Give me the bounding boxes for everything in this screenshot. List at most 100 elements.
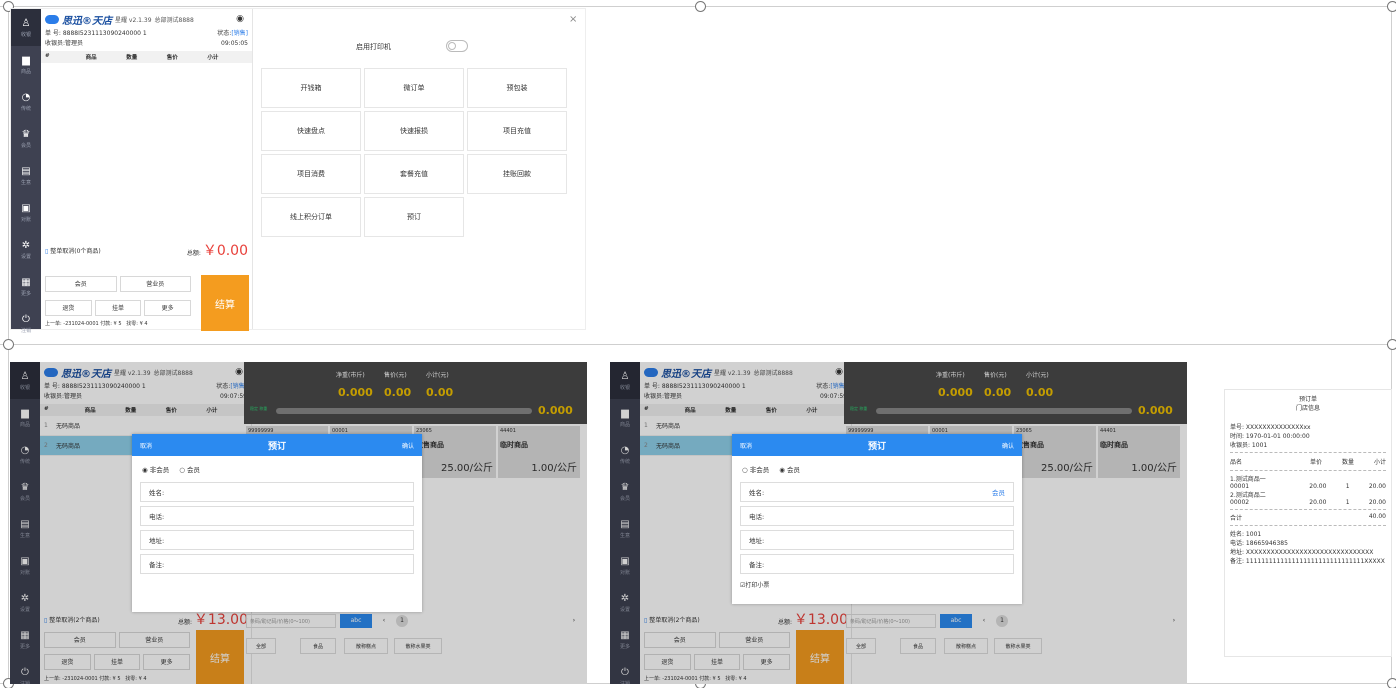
- sidebar-item-more[interactable]: ▦ 更多: [11, 268, 41, 305]
- handle[interactable]: [695, 1, 706, 12]
- modal-title: 预订: [267, 441, 286, 452]
- cancel-all-button[interactable]: ▯ 整单取消(0个商品): [45, 246, 101, 255]
- field-label: 电话:: [149, 513, 165, 521]
- sidebar-item-member[interactable]: ♛ 会员: [11, 120, 41, 157]
- table-header: # 商品 数量 售价 小计: [41, 51, 252, 63]
- toggle-knob: [448, 42, 456, 50]
- return-button[interactable]: 退货: [45, 300, 92, 316]
- col-qty: 数量: [1341, 459, 1354, 466]
- cloud-logo-icon: [45, 14, 59, 24]
- radio-label: 非会员: [749, 466, 770, 474]
- checkout-button[interactable]: 结算: [201, 275, 249, 331]
- credit-repay-button[interactable]: 挂账回款: [467, 154, 567, 194]
- address-field[interactable]: 地址:: [740, 530, 1014, 550]
- receipt-title: 预订单: [1298, 396, 1317, 403]
- last-order-text: 上一单: -231024-0001 付款: ¥ 5: [45, 321, 122, 327]
- more-button[interactable]: 更多: [144, 300, 191, 316]
- line-code: 00002: [1230, 499, 1250, 506]
- member-button[interactable]: 会员: [45, 276, 117, 292]
- close-icon[interactable]: ×: [569, 14, 577, 25]
- handle[interactable]: [1387, 678, 1396, 688]
- online-points-order-button[interactable]: 线上积分订单: [261, 197, 361, 237]
- field-label: 姓名:: [149, 489, 165, 497]
- modal-header: 取消 预订 确认: [132, 434, 422, 456]
- total-label: 合计: [1230, 515, 1243, 522]
- store-name: 总部测试8888: [154, 16, 194, 24]
- col-name: 品名: [1230, 459, 1243, 466]
- order-row: 单 号: 8888I5231113090240000 1 状态:[销售]: [41, 29, 252, 39]
- radio-member[interactable]: ◉ 会员: [779, 464, 800, 474]
- quick-loss-button[interactable]: 快速报损: [364, 111, 464, 151]
- printer-toggle[interactable]: [446, 40, 468, 52]
- package-recharge-button[interactable]: 套餐充值: [364, 154, 464, 194]
- handle[interactable]: [1387, 339, 1396, 350]
- sidebar-item-goods[interactable]: ▆ 商品: [11, 46, 41, 83]
- address-field[interactable]: 地址:: [140, 530, 414, 550]
- frame-mid: [0, 344, 1396, 345]
- total-label: 总额:: [186, 250, 201, 257]
- last-order-info: 上一单: -231024-0001 付款: ¥ 5 找零: ¥ 4: [45, 320, 148, 327]
- member-lookup-link[interactable]: 会员: [992, 487, 1005, 497]
- reservation-button[interactable]: 预订: [364, 197, 464, 237]
- hold-button[interactable]: 挂单: [94, 300, 142, 316]
- col-index: #: [45, 53, 50, 59]
- modal-cancel-button[interactable]: 取消: [140, 441, 152, 450]
- radio-non-member[interactable]: ○ 非会员: [742, 464, 769, 474]
- trash-icon: ▯: [45, 247, 49, 255]
- phone-field[interactable]: 电话:: [140, 506, 414, 526]
- field-label: 备注:: [149, 561, 165, 569]
- sidebar-item-settings[interactable]: ✲ 设置: [11, 231, 41, 268]
- project-consume-button[interactable]: 项目消费: [261, 154, 361, 194]
- receipt-preview: 预订单 门店信息 单号: XXXXXXXXXXXXXXxx 时间: 1970-0…: [1224, 389, 1392, 657]
- modal-confirm-button[interactable]: 确认: [1002, 441, 1014, 450]
- quick-stocktake-button[interactable]: 快速盘点: [261, 111, 361, 151]
- name-field[interactable]: 姓名: 会员: [740, 482, 1014, 502]
- status-label: 状态:: [217, 30, 232, 37]
- reservation-modal: 取消 预订 确认 ◉ 非会员 ○ 会员 姓名: 电话: 地址: 备注:: [132, 434, 422, 612]
- clock: 09:05:05: [221, 40, 248, 47]
- divider: [1230, 525, 1386, 526]
- radio-non-member[interactable]: ◉ 非会员: [142, 464, 169, 474]
- handle[interactable]: [1387, 1, 1396, 12]
- screen-1: ♙ 收银 ▆ 商品 ◔ 传统 ♛ 会员 ▤ 生意 ▣ 对账 ✲ 设置 ▦ 更多 ⏻ 注销 思迅®天…: [10, 8, 586, 334]
- action-buttons-bottom: 退货 挂单 更多: [45, 300, 191, 316]
- open-cash-drawer-button[interactable]: 开钱箱: [261, 68, 361, 108]
- cashier-name: 管理员: [65, 40, 84, 47]
- col-sub: 小计: [1373, 459, 1386, 466]
- sidebar-item-cashier[interactable]: ♙ 收银: [11, 9, 41, 46]
- modal-title: 预订: [867, 441, 886, 452]
- project-recharge-button[interactable]: 项目充值: [467, 111, 567, 151]
- line-qty: 1: [1345, 483, 1350, 490]
- reservation-modal: 取消 预订 确认 ○ 非会员 ◉ 会员 姓名: 会员 电话: 地址: 备注: ☑打印小票: [732, 434, 1022, 604]
- receipt-header: 品名 单价 数量 小计: [1230, 457, 1386, 466]
- col-qty: 数量: [126, 55, 138, 61]
- modal-header: 取消 预订 确认: [732, 434, 1022, 456]
- salesperson-button[interactable]: 营业员: [119, 276, 191, 292]
- field-label: 备注:: [749, 561, 765, 569]
- print-receipt-checkbox[interactable]: ☑打印小票: [732, 578, 1022, 591]
- note-field[interactable]: 备注:: [740, 554, 1014, 574]
- name-field[interactable]: 姓名:: [140, 482, 414, 502]
- receipt-total: 合计 40.00: [1230, 513, 1386, 522]
- item-list[interactable]: [41, 63, 252, 229]
- phone-field[interactable]: 电话:: [740, 506, 1014, 526]
- modal-confirm-button[interactable]: 确认: [402, 441, 414, 450]
- radio-label: 会员: [187, 466, 200, 474]
- sidebar-item-business[interactable]: ▤ 生意: [11, 157, 41, 194]
- sidebar-item-traditional[interactable]: ◔ 传统: [11, 83, 41, 120]
- sidebar-item-reconcile[interactable]: ▣ 对账: [11, 194, 41, 231]
- status-badge: [销售]: [231, 30, 248, 37]
- modal-cancel-button[interactable]: 取消: [740, 441, 752, 450]
- order-label: 单 号:: [45, 30, 61, 37]
- function-grid: 开钱箱 微订单 预包装 快速盘点 快速报损 项目充值 项目消费 套餐充值 挂账回…: [261, 68, 567, 237]
- sidebar-item-logout[interactable]: ⏻ 注销: [11, 305, 41, 342]
- prepack-button[interactable]: 预包装: [467, 68, 567, 108]
- line-price: 20.00: [1309, 499, 1327, 506]
- note-field[interactable]: 备注:: [140, 554, 414, 574]
- line-code: 00001: [1230, 483, 1250, 490]
- field-label: 姓名:: [749, 489, 765, 497]
- micro-order-button[interactable]: 微订单: [364, 68, 464, 108]
- radio-member[interactable]: ○ 会员: [179, 464, 200, 474]
- screen-2: ♙ 收银 ▆ 商品 ◔ 传统 ♛ 会员 ▤ 生意 ▣ 对账 ✲ 设置 ▦ 更多 ⏻ 注销 思迅®天…: [10, 362, 587, 684]
- line-price: 20.00: [1309, 483, 1327, 490]
